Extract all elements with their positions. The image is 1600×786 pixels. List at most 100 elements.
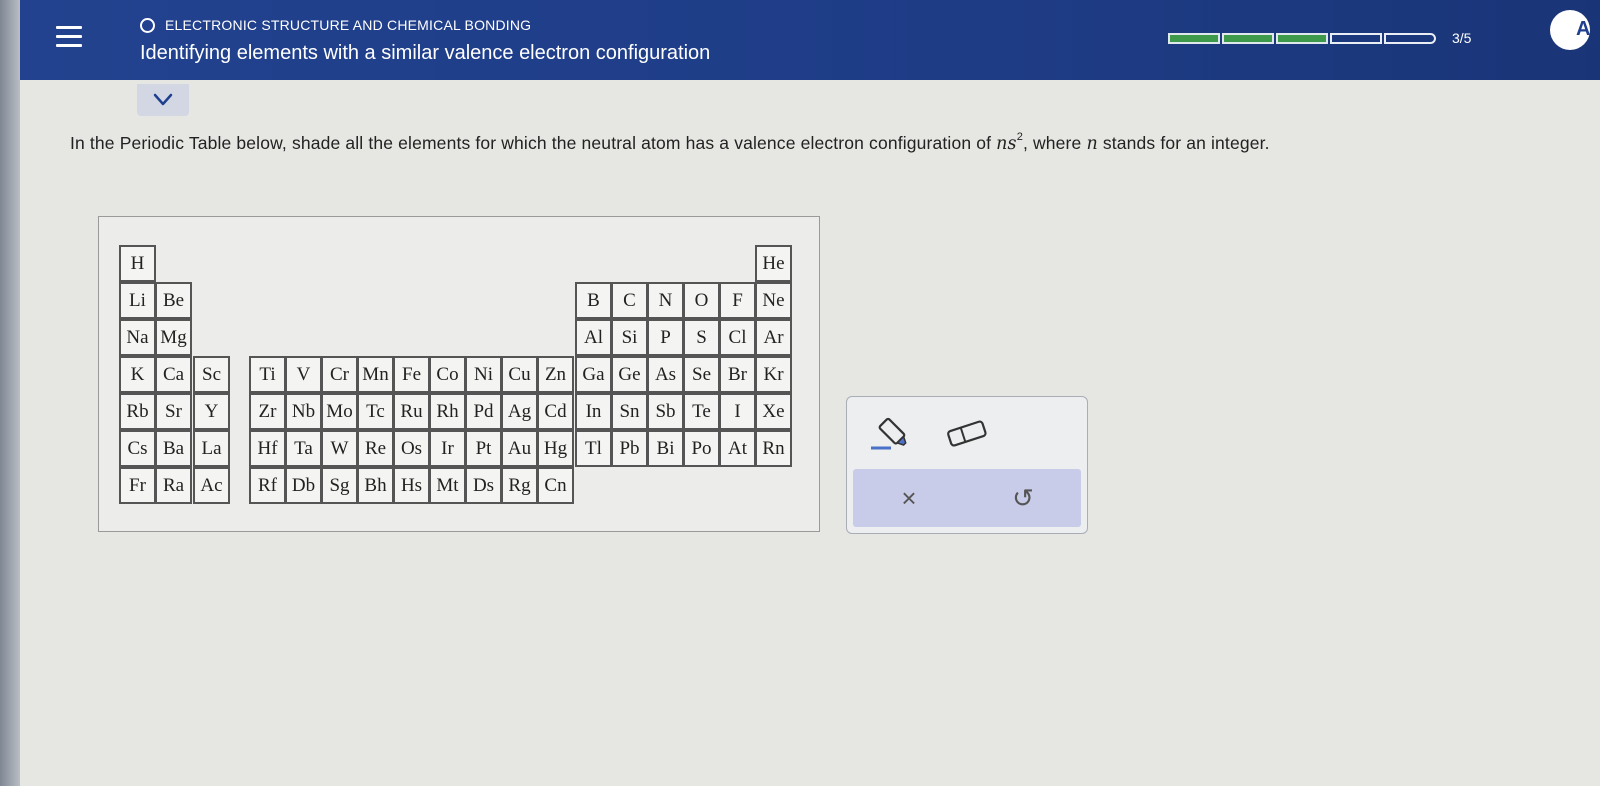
element-cell-ti[interactable]: Ti	[249, 356, 286, 393]
element-cell-bi[interactable]: Bi	[647, 430, 684, 467]
element-cell-w[interactable]: W	[321, 430, 358, 467]
question-part: In the Periodic Table below, shade all t…	[70, 133, 997, 153]
element-cell-p[interactable]: P	[647, 319, 684, 356]
element-cell-rf[interactable]: Rf	[249, 467, 286, 504]
element-cell-bh[interactable]: Bh	[357, 467, 394, 504]
element-cell-cl[interactable]: Cl	[719, 319, 756, 356]
element-cell-sn[interactable]: Sn	[611, 393, 648, 430]
element-cell-cn[interactable]: Cn	[537, 467, 574, 504]
element-cell-kr[interactable]: Kr	[755, 356, 792, 393]
element-cell-rb[interactable]: Rb	[119, 393, 156, 430]
element-cell-n[interactable]: N	[647, 282, 684, 319]
avatar[interactable]: A	[1550, 10, 1590, 50]
element-cell-hs[interactable]: Hs	[393, 467, 430, 504]
element-cell-ca[interactable]: Ca	[155, 356, 192, 393]
element-cell-fe[interactable]: Fe	[393, 356, 430, 393]
element-cell-cs[interactable]: Cs	[119, 430, 156, 467]
question-text: In the Periodic Table below, shade all t…	[70, 131, 1270, 154]
menu-icon[interactable]	[56, 26, 82, 50]
element-cell-f[interactable]: F	[719, 282, 756, 319]
element-cell-la[interactable]: La	[193, 430, 230, 467]
breadcrumb: ELECTRONIC STRUCTURE AND CHEMICAL BONDIN…	[140, 17, 531, 33]
element-cell-li[interactable]: Li	[119, 282, 156, 319]
periodic-table-panel: H He Li Be B C N O F Ne Na Mg Al Si P S Cl Ar K Ca Sc Ti V Cr Mn…	[98, 216, 820, 532]
element-cell-ru[interactable]: Ru	[393, 393, 430, 430]
element-cell-h[interactable]: H	[119, 245, 156, 282]
element-cell-rg[interactable]: Rg	[501, 467, 538, 504]
element-cell-au[interactable]: Au	[501, 430, 538, 467]
element-cell-po[interactable]: Po	[683, 430, 720, 467]
element-cell-ra[interactable]: Ra	[155, 467, 192, 504]
element-cell-ir[interactable]: Ir	[429, 430, 466, 467]
element-cell-ac[interactable]: Ac	[193, 467, 230, 504]
highlighter-icon[interactable]	[869, 415, 913, 458]
element-cell-sr[interactable]: Sr	[155, 393, 192, 430]
element-cell-pd[interactable]: Pd	[465, 393, 502, 430]
element-cell-fr[interactable]: Fr	[119, 467, 156, 504]
element-cell-ba[interactable]: Ba	[155, 430, 192, 467]
element-cell-pt[interactable]: Pt	[465, 430, 502, 467]
element-cell-re[interactable]: Re	[357, 430, 394, 467]
undo-button[interactable]: ↺	[1003, 481, 1043, 515]
element-cell-zr[interactable]: Zr	[249, 393, 286, 430]
element-cell-pb[interactable]: Pb	[611, 430, 648, 467]
element-cell-ag[interactable]: Ag	[501, 393, 538, 430]
element-cell-tc[interactable]: Tc	[357, 393, 394, 430]
element-cell-os[interactable]: Os	[393, 430, 430, 467]
element-cell-in[interactable]: In	[575, 393, 612, 430]
element-cell-o[interactable]: O	[683, 282, 720, 319]
element-cell-cr[interactable]: Cr	[321, 356, 358, 393]
element-cell-hg[interactable]: Hg	[537, 430, 574, 467]
element-cell-tl[interactable]: Tl	[575, 430, 612, 467]
element-cell-v[interactable]: V	[285, 356, 322, 393]
element-cell-ds[interactable]: Ds	[465, 467, 502, 504]
element-cell-k[interactable]: K	[119, 356, 156, 393]
element-cell-i[interactable]: I	[719, 393, 756, 430]
element-cell-mn[interactable]: Mn	[357, 356, 394, 393]
element-cell-ge[interactable]: Ge	[611, 356, 648, 393]
element-cell-sc[interactable]: Sc	[193, 356, 230, 393]
element-cell-zn[interactable]: Zn	[537, 356, 574, 393]
element-cell-al[interactable]: Al	[575, 319, 612, 356]
progress-segment	[1168, 33, 1220, 44]
element-cell-he[interactable]: He	[755, 245, 792, 282]
element-cell-be[interactable]: Be	[155, 282, 192, 319]
collapse-button[interactable]	[137, 84, 189, 116]
element-cell-na[interactable]: Na	[119, 319, 156, 356]
element-cell-si[interactable]: Si	[611, 319, 648, 356]
element-cell-rn[interactable]: Rn	[755, 430, 792, 467]
element-cell-ga[interactable]: Ga	[575, 356, 612, 393]
element-cell-ar[interactable]: Ar	[755, 319, 792, 356]
element-cell-c[interactable]: C	[611, 282, 648, 319]
element-cell-mo[interactable]: Mo	[321, 393, 358, 430]
element-cell-b[interactable]: B	[575, 282, 612, 319]
element-cell-sg[interactable]: Sg	[321, 467, 358, 504]
progress-segment	[1222, 33, 1274, 44]
action-bar: × ↺	[853, 469, 1081, 527]
element-cell-rh[interactable]: Rh	[429, 393, 466, 430]
element-cell-mt[interactable]: Mt	[429, 467, 466, 504]
element-cell-hf[interactable]: Hf	[249, 430, 286, 467]
left-edge	[0, 0, 20, 786]
element-cell-cd[interactable]: Cd	[537, 393, 574, 430]
element-cell-db[interactable]: Db	[285, 467, 322, 504]
element-cell-se[interactable]: Se	[683, 356, 720, 393]
element-cell-cu[interactable]: Cu	[501, 356, 538, 393]
eraser-icon[interactable]	[945, 419, 989, 454]
element-cell-te[interactable]: Te	[683, 393, 720, 430]
element-cell-s[interactable]: S	[683, 319, 720, 356]
element-cell-ta[interactable]: Ta	[285, 430, 322, 467]
element-cell-br[interactable]: Br	[719, 356, 756, 393]
progress-segment	[1276, 33, 1328, 44]
element-cell-nb[interactable]: Nb	[285, 393, 322, 430]
element-cell-as[interactable]: As	[647, 356, 684, 393]
element-cell-ni[interactable]: Ni	[465, 356, 502, 393]
clear-button[interactable]: ×	[889, 481, 929, 515]
element-cell-mg[interactable]: Mg	[155, 319, 192, 356]
element-cell-co[interactable]: Co	[429, 356, 466, 393]
element-cell-at[interactable]: At	[719, 430, 756, 467]
element-cell-sb[interactable]: Sb	[647, 393, 684, 430]
element-cell-y[interactable]: Y	[193, 393, 230, 430]
element-cell-ne[interactable]: Ne	[755, 282, 792, 319]
element-cell-xe[interactable]: Xe	[755, 393, 792, 430]
